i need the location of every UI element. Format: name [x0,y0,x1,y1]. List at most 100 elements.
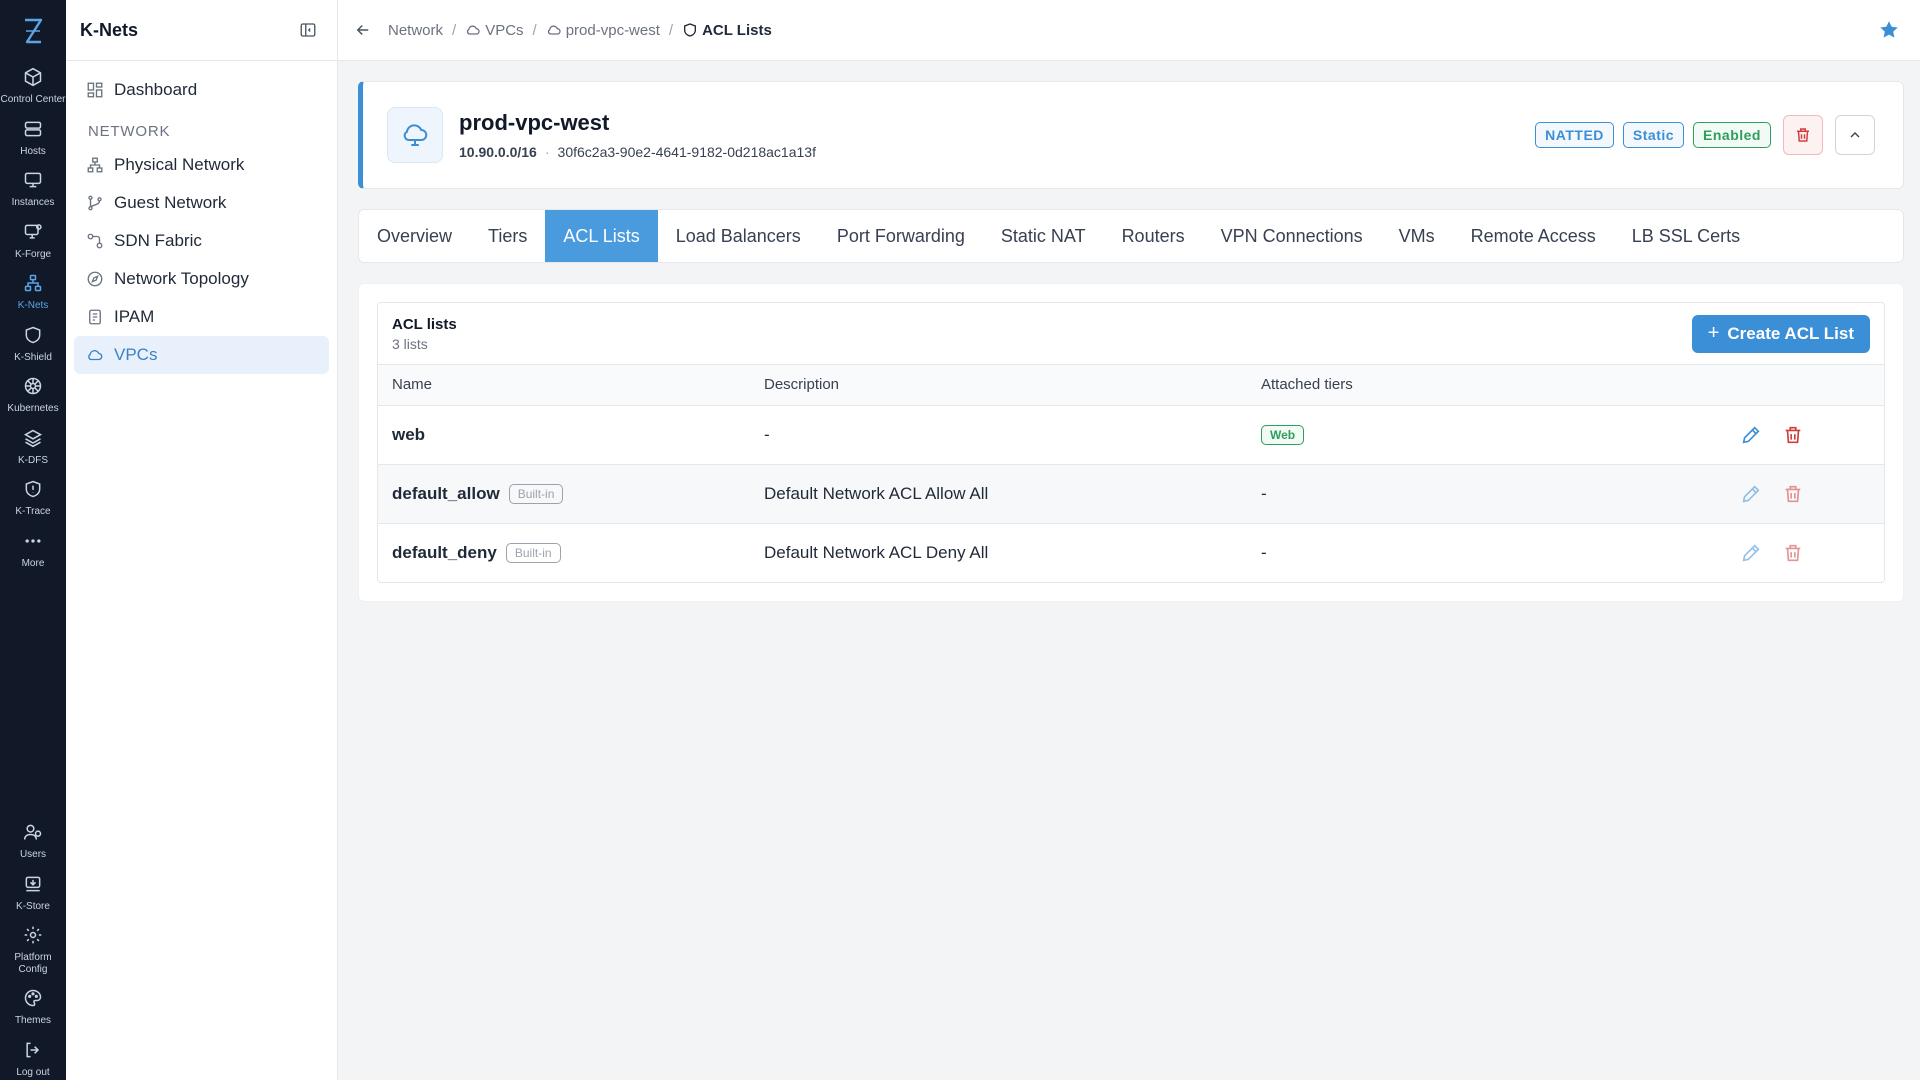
edit-pencil-icon[interactable] [1740,483,1762,505]
tab-static-nat[interactable]: Static NAT [983,210,1104,262]
table-row: default_deny Built-in Default Network AC… [378,523,1884,582]
cell-name: web [378,405,750,465]
create-acl-list-button[interactable]: + Create ACL List [1691,314,1870,353]
tab-port-forwarding[interactable]: Port Forwarding [819,210,983,262]
sidebar-item-network-topology[interactable]: Network Topology [74,260,329,298]
rail-item-themes[interactable]: Themes [0,987,66,1027]
tab-lb-ssl-certs[interactable]: LB SSL Certs [1614,210,1758,262]
ellipsis-icon [22,530,44,552]
cube-icon [22,66,44,88]
rail-item-more[interactable]: More [0,530,66,570]
rail-item-k-shield[interactable]: K-Shield [0,324,66,364]
rail-item-kubernetes[interactable]: Kubernetes [0,375,66,415]
sidebar-item-vpcs[interactable]: VPCs [74,336,329,374]
rail-item-label: K-Shield [14,351,52,363]
delete-vpc-button[interactable] [1783,115,1823,155]
create-acl-list-label: Create ACL List [1727,323,1854,343]
tab-routers[interactable]: Routers [1104,210,1203,262]
shield-icon [682,22,698,38]
rail-item-label: Users [19,849,47,860]
tab-tiers[interactable]: Tiers [470,210,545,262]
rail-item-instances[interactable]: Instances [0,169,66,209]
acl-name: web [392,424,426,444]
rail-item-label: Platform Config [14,952,52,975]
rail-item-users[interactable]: Users [0,821,66,861]
rail-item-k-dfs[interactable]: K-DFS [0,427,66,467]
tab-vpn-connections[interactable]: VPN Connections [1203,210,1381,262]
cell-tiers: Web [1247,405,1704,465]
vpc-cidr: 10.90.0.0/16 [459,144,537,160]
git-branch-icon [86,194,104,212]
edit-pencil-icon[interactable] [1740,542,1762,564]
rail-item-platform-config[interactable]: Platform Config [0,924,66,975]
cloud-icon [86,346,104,364]
status-badge-natted: NATTED [1535,122,1614,148]
table-row: default_allow Built-in Default Network A… [378,464,1884,524]
sidebar-item-label: Physical Network [114,155,245,174]
column-header-attached-tiers: Attached tiers [1247,365,1704,406]
breadcrumb-separator: / [452,21,457,39]
column-header-description: Description [750,365,1247,406]
rail-item-log-out[interactable]: Log out [0,1039,66,1079]
sidebar-item-guest-network[interactable]: Guest Network [74,184,329,222]
rail-item-label: K-DFS [18,454,48,466]
network-tree-icon [86,156,104,174]
acl-name: default_allow [392,483,500,503]
rail-item-control-center[interactable]: Control Center [0,66,66,106]
breadcrumb-label: Network [388,21,444,39]
delete-trash-icon[interactable] [1782,483,1804,505]
sidebar-collapse-icon[interactable] [299,21,317,39]
favorite-star-icon[interactable] [1878,19,1900,41]
breadcrumb-network[interactable]: Network [388,22,443,39]
trash-icon [1794,126,1812,144]
tab-load-balancers[interactable]: Load Balancers [658,210,819,262]
layers-icon [22,427,44,449]
breadcrumb-separator: / [532,21,537,39]
sidebar-item-dashboard[interactable]: Dashboard [74,71,329,109]
rail-item-hosts[interactable]: Hosts [0,118,66,158]
sidebar-item-ipam[interactable]: IPAM [74,298,329,336]
helm-icon [22,375,44,397]
chevron-up-icon [1847,127,1863,143]
rail-item-label: K-Nets [17,300,49,311]
delete-trash-icon[interactable] [1782,424,1804,446]
tab-vms[interactable]: VMs [1381,210,1453,262]
logout-icon [22,1039,44,1061]
tab-acl-lists[interactable]: ACL Lists [545,210,658,262]
cell-actions [1704,523,1884,582]
column-header-name: Name [378,365,750,406]
sidebar-item-sdn-fabric[interactable]: SDN Fabric [74,222,329,260]
built-in-badge: Built-in [505,542,561,563]
column-header-actions [1704,365,1884,406]
store-icon [22,873,44,895]
sidebar-item-physical-network[interactable]: Physical Network [74,146,329,184]
rail-item-k-store[interactable]: K-Store [0,873,66,913]
acl-lists-title: ACL lists [392,315,457,333]
collapse-card-button[interactable] [1835,115,1875,155]
back-arrow-icon[interactable] [354,21,372,39]
rail-item-k-nets[interactable]: K-Nets [0,272,66,312]
acl-name: default_deny [392,542,497,562]
breadcrumb-label: ACL Lists [702,21,772,39]
delete-trash-icon[interactable] [1782,542,1804,564]
app-rail: Control Center Hosts Instances K-Forge K… [0,0,66,1080]
rail-item-k-forge[interactable]: K-Forge [0,221,66,261]
tier-chip: Web [1261,425,1305,445]
breadcrumb-separator: / [668,21,674,39]
tab-remote-access[interactable]: Remote Access [1453,210,1614,262]
rail-item-k-trace[interactable]: K-Trace [0,478,66,518]
vpc-info: prod-vpc-west 10.90.0.0/16 · 30f6c2a3-90… [459,110,816,160]
cell-description: - [750,405,1247,465]
vpc-meta: 10.90.0.0/16 · 30f6c2a3-90e2-4641-9182-0… [459,144,816,160]
cell-actions [1704,405,1884,465]
sidebar-section-network: NETWORK [88,123,171,140]
app-logo-icon[interactable] [17,16,49,46]
acl-name-wrap: default_deny Built-in [392,542,561,563]
server-icon [22,118,44,140]
edit-pencil-icon[interactable] [1740,424,1762,446]
tab-overview[interactable]: Overview [359,210,470,262]
status-badge-static: Static [1622,122,1685,148]
sidebar-item-label: IPAM [114,307,155,326]
breadcrumb-vpc[interactable]: prod-vpc-west [546,22,660,39]
breadcrumb-vpcs[interactable]: VPCs [465,22,524,39]
